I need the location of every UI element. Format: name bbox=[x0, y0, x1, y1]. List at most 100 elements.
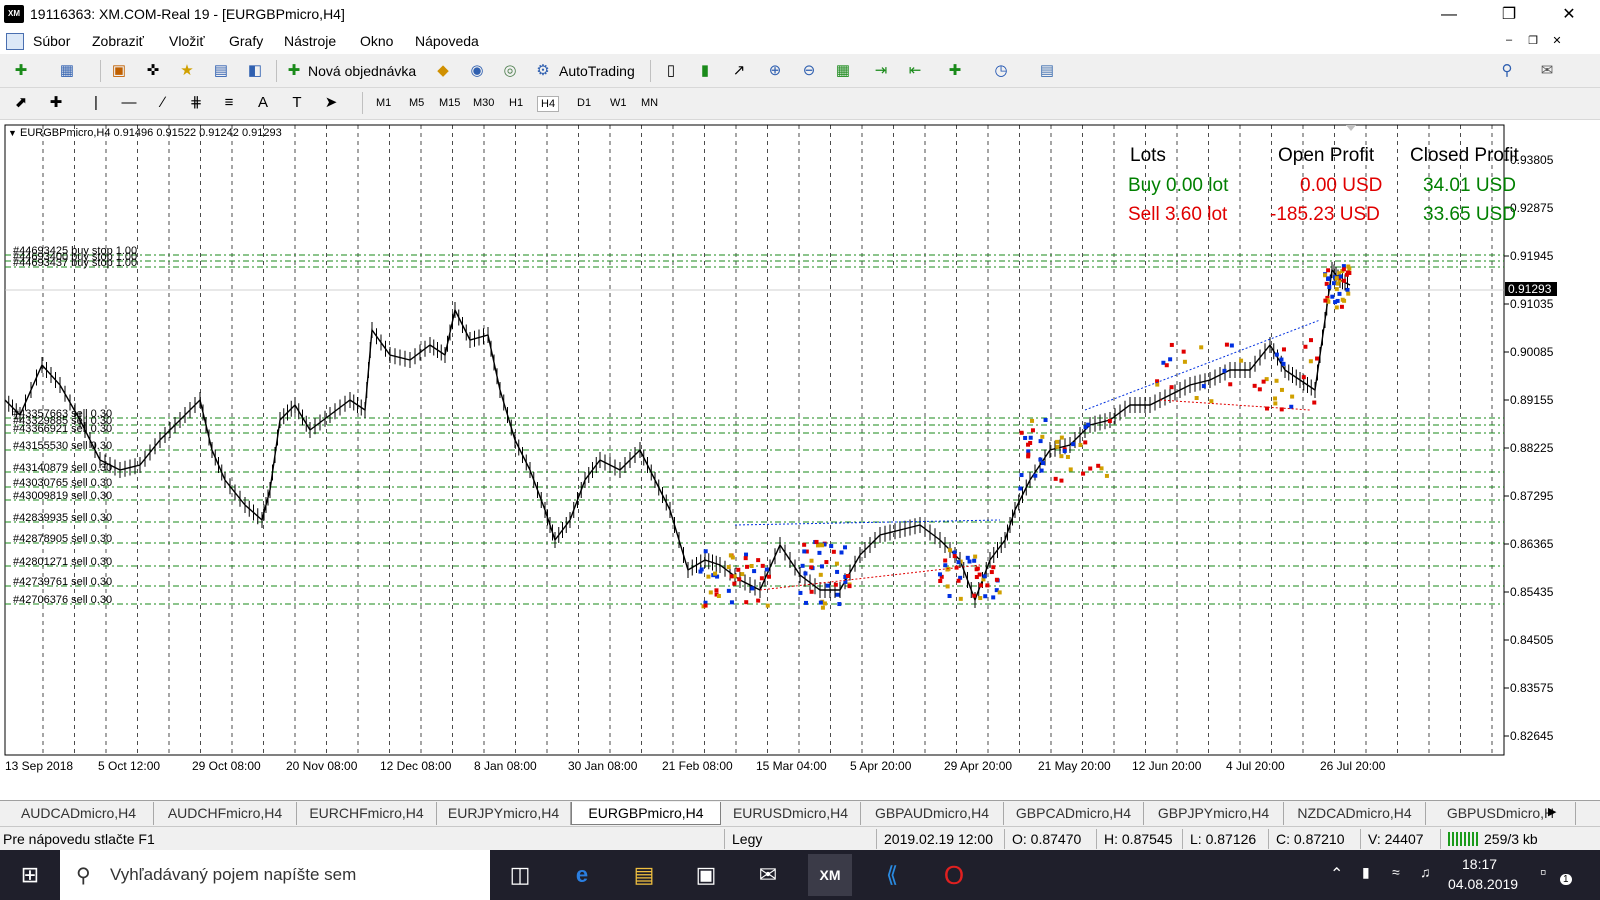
vertical-line-icon[interactable]: | bbox=[85, 93, 107, 113]
profiles-icon[interactable]: ▦ bbox=[56, 61, 78, 81]
chart-tab[interactable]: AUDCADmicro,H4 bbox=[4, 802, 154, 825]
task-view-icon[interactable]: ◫ bbox=[504, 859, 536, 891]
collapse-arrow-icon[interactable]: ▼ bbox=[8, 128, 17, 138]
chart-window-icon[interactable] bbox=[6, 33, 24, 50]
trade-marker bbox=[759, 576, 764, 581]
zoom-in-icon[interactable]: ⊕ bbox=[764, 61, 786, 81]
tf-h4[interactable]: H4 bbox=[537, 96, 560, 112]
bar-chart-icon[interactable]: ▯ bbox=[660, 61, 682, 81]
auto-scroll-icon[interactable]: ⇥ bbox=[870, 61, 892, 81]
opera-icon[interactable]: O bbox=[938, 859, 970, 891]
metaeditor-icon[interactable]: ◆ bbox=[432, 61, 454, 81]
horizontal-line-icon[interactable]: — bbox=[118, 93, 140, 113]
data-window-icon[interactable]: ✜ bbox=[142, 61, 164, 81]
trade-marker bbox=[1018, 486, 1023, 491]
trade-marker bbox=[1339, 304, 1344, 309]
new-order-button[interactable]: Nová objednávka bbox=[308, 63, 416, 79]
wifi-icon[interactable]: ≈ bbox=[1392, 864, 1400, 880]
menu-insert[interactable]: Vložiť bbox=[169, 33, 205, 49]
clock-date[interactable]: 04.08.2019 bbox=[1448, 876, 1518, 892]
chart-tab[interactable]: EURUSDmicro,H4 bbox=[721, 802, 861, 825]
mdi-minimize-icon[interactable]: – bbox=[1500, 34, 1518, 46]
chart-tab[interactable]: GBPCADmicro,H4 bbox=[1004, 802, 1144, 825]
tf-m5[interactable]: M5 bbox=[406, 96, 427, 110]
store-icon[interactable]: ▣ bbox=[690, 859, 722, 891]
periods-icon[interactable]: ◷ bbox=[990, 61, 1012, 81]
tf-h1[interactable]: H1 bbox=[506, 96, 526, 110]
trade-marker bbox=[994, 577, 999, 582]
mail-icon[interactable]: ✉ bbox=[752, 859, 784, 891]
tf-d1[interactable]: D1 bbox=[574, 96, 594, 110]
tf-m15[interactable]: M15 bbox=[436, 96, 463, 110]
windows-start-icon[interactable]: ⊞ bbox=[14, 859, 46, 891]
text-label-icon[interactable]: T bbox=[286, 93, 308, 113]
tf-m1[interactable]: M1 bbox=[373, 96, 394, 110]
chart-tab[interactable]: NZDCADmicro,H4 bbox=[1284, 802, 1426, 825]
trendline-icon[interactable]: ∕ bbox=[152, 93, 174, 113]
chart-shift-icon[interactable]: ⇤ bbox=[904, 61, 926, 81]
chart-tab[interactable]: EURCHFmicro,H4 bbox=[297, 802, 437, 825]
notifications-icon[interactable]: ▫ bbox=[1540, 862, 1546, 883]
trade-marker bbox=[1279, 357, 1284, 362]
tf-m30[interactable]: M30 bbox=[470, 96, 497, 110]
clock-time[interactable]: 18:17 bbox=[1462, 856, 1497, 872]
channel-icon[interactable]: ⋕ bbox=[185, 93, 207, 113]
chat-icon[interactable]: ✉ bbox=[1536, 61, 1558, 81]
menu-tools[interactable]: Nástroje bbox=[284, 33, 336, 49]
time-label: 13 Sep 2018 bbox=[5, 759, 73, 773]
navigator-icon[interactable]: ★ bbox=[176, 61, 198, 81]
search-icon[interactable]: ⚲ bbox=[1496, 61, 1518, 81]
chart-tab[interactable]: AUDCHFmicro,H4 bbox=[154, 802, 297, 825]
vps-icon[interactable]: ◎ bbox=[499, 61, 521, 81]
battery-icon[interactable]: ▮ bbox=[1362, 864, 1370, 881]
explorer-icon[interactable]: ▤ bbox=[628, 859, 660, 891]
arrows-icon[interactable]: ➤ bbox=[320, 93, 342, 113]
candlestick-icon[interactable]: ▮ bbox=[694, 61, 716, 81]
volume-icon[interactable]: ♫ bbox=[1420, 864, 1431, 880]
menu-window[interactable]: Okno bbox=[360, 33, 393, 49]
tf-mn[interactable]: MN bbox=[638, 96, 661, 110]
tf-w1[interactable]: W1 bbox=[607, 96, 630, 110]
price-label: 0.90085 bbox=[1510, 345, 1554, 359]
signals-icon[interactable]: ◉ bbox=[466, 61, 488, 81]
vscode-icon[interactable]: ⟪ bbox=[876, 859, 908, 891]
tile-windows-icon[interactable]: ▦ bbox=[832, 61, 854, 81]
cursor-icon[interactable]: ⬈ bbox=[10, 93, 32, 113]
zoom-out-icon[interactable]: ⊖ bbox=[798, 61, 820, 81]
taskbar-search[interactable]: ⚲ Vyhľadávaný pojem napíšte sem bbox=[60, 850, 490, 900]
mdi-restore-icon[interactable]: ❐ bbox=[1524, 34, 1542, 47]
tab-scroll-right-icon[interactable]: ▶ bbox=[1548, 805, 1556, 818]
maximize-button[interactable]: ❐ bbox=[1486, 0, 1532, 30]
close-button[interactable]: ✕ bbox=[1546, 0, 1592, 30]
new-chart-icon[interactable]: ✚ bbox=[10, 61, 32, 81]
menu-file[interactable]: Súbor bbox=[33, 33, 70, 49]
show-hidden-icons-icon[interactable]: ⌃ bbox=[1330, 864, 1343, 884]
chart-tab[interactable]: EURGBPmicro,H4 bbox=[571, 802, 721, 825]
menu-view[interactable]: Zobraziť bbox=[92, 33, 144, 49]
edge-icon[interactable]: e bbox=[566, 859, 598, 891]
chart-tab[interactable]: GBPJPYmicro,H4 bbox=[1144, 802, 1284, 825]
menu-help[interactable]: Nápoveda bbox=[415, 33, 479, 49]
indicators-icon[interactable]: ✚ bbox=[944, 61, 966, 81]
market-watch-icon[interactable]: ▣ bbox=[108, 61, 130, 81]
chart-window[interactable]: 0.93805 0.92875 0.91945 0.91035 0.90085 0.891… bbox=[0, 120, 1600, 800]
chart-tab[interactable]: EURJPYmicro,H4 bbox=[437, 802, 571, 825]
text-icon[interactable]: A bbox=[252, 93, 274, 113]
autotrading-icon[interactable]: ⚙ bbox=[532, 61, 554, 81]
minimize-button[interactable]: — bbox=[1426, 0, 1472, 30]
crosshair-icon[interactable]: ✚ bbox=[45, 93, 67, 113]
status-profile[interactable]: Legy bbox=[732, 831, 762, 847]
chart-tab[interactable]: GBPAUDmicro,H4 bbox=[861, 802, 1004, 825]
fibonacci-icon[interactable]: ≡ bbox=[218, 93, 240, 113]
new-order-icon[interactable]: ✚ bbox=[283, 61, 305, 81]
xm-icon[interactable]: XM bbox=[808, 854, 852, 896]
terminal-icon[interactable]: ▤ bbox=[210, 61, 232, 81]
trade-marker bbox=[729, 574, 734, 579]
strategy-tester-icon[interactable]: ◧ bbox=[244, 61, 266, 81]
status-volume: V: 24407 bbox=[1368, 831, 1424, 847]
mdi-close-icon[interactable]: ✕ bbox=[1548, 34, 1566, 47]
templates-icon[interactable]: ▤ bbox=[1036, 61, 1058, 81]
autotrading-button[interactable]: AutoTrading bbox=[559, 63, 635, 79]
line-chart-icon[interactable]: ↗ bbox=[728, 61, 750, 81]
menu-charts[interactable]: Grafy bbox=[229, 33, 263, 49]
